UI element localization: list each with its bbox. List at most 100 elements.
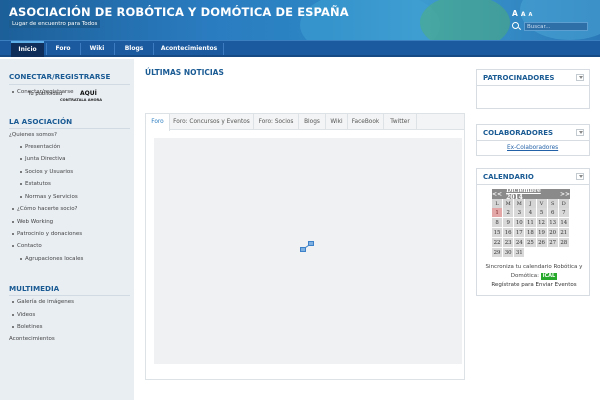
calendar-day[interactable]: 30 [503,248,515,258]
calendar-title: CALENDARIO [483,173,534,181]
calendar-day-today[interactable]: 1 [492,208,504,218]
sidebar-item-web-working[interactable]: Web Working [12,219,53,225]
tab-foro-concursos[interactable]: Foro: Concursos y Eventos [170,114,254,130]
calendar-day[interactable]: 8 [492,218,504,228]
calendar-day[interactable]: 21 [558,228,570,238]
calendar-month-bar: << Diciembre 2014 >> [492,187,570,201]
collaborators-block: COLABORADORES [476,124,590,156]
loading-icon [300,241,316,255]
nav-item-blogs[interactable]: Blogs [118,41,150,57]
collapse-icon[interactable] [576,173,584,180]
tab-content-area [154,138,462,364]
tab-foro-socios[interactable]: Foro: Socios [254,114,299,130]
nav-item-foro[interactable]: Foro [49,41,77,57]
calendar-day[interactable]: 15 [492,228,504,238]
main-navigation: Inicio Foro Wiki Blogs Acontecimientos [0,40,600,57]
ical-button[interactable]: iCAL [540,273,558,280]
calendar-day[interactable]: 25 [525,238,537,248]
font-size-reset-button[interactable]: A [521,11,526,18]
calendar-sync-text: Sincroniza tu calendario Robótica y Domó… [485,264,583,279]
sidebar-item-videos[interactable]: Videos [12,312,35,318]
nav-item-acontecimientos[interactable]: Acontecimientos [157,41,221,57]
sponsor-text[interactable]: Tu publicidad [28,91,62,97]
calendar-day[interactable]: 20 [547,228,559,238]
sponsor-highlight[interactable]: AQUÍ [80,90,97,97]
sidebar-item-patrocinio[interactable]: Patrocinio y donaciones [12,231,82,237]
tab-foro[interactable]: Foro [146,114,170,131]
sponsors-header: PATROCINADORES [477,70,589,86]
calendar-day[interactable]: 5 [536,208,548,218]
left-sidebar [0,59,134,400]
search-icon[interactable] [512,22,521,31]
calendar-day[interactable]: 29 [492,248,504,258]
collapse-icon[interactable] [576,129,584,136]
calendar-day[interactable]: 26 [536,238,548,248]
calendar-day[interactable]: 2 [503,208,515,218]
font-size-decrease-button[interactable]: A [528,12,532,18]
calendar-day[interactable]: 11 [525,218,537,228]
sidebar-item-junta-directiva[interactable]: Junta Directiva [20,156,66,162]
sidebar-item-acontecimientos[interactable]: Acontecimientos [9,336,55,342]
sponsor-subtext[interactable]: CONTRATALA AHORA [60,98,102,102]
sidebar-item-normas[interactable]: Normas y Servicios [20,194,78,200]
calendar-day[interactable]: 27 [547,238,559,248]
calendar-day[interactable]: 24 [514,238,526,248]
nav-divider [153,43,154,55]
collapse-icon[interactable] [576,74,584,81]
sidebar-item-contacto[interactable]: Contacto [12,243,42,249]
sidebar-item-estatutos[interactable]: Estatutos [20,181,51,187]
sidebar-item-boletines[interactable]: Boletines [12,324,42,330]
site-title[interactable]: ASOCIACIÓN DE ROBÓTICA Y DOMÓTICA DE ESP… [9,5,349,19]
page-title: ÚLTIMAS NOTICIAS [145,68,224,77]
search-area [512,22,588,31]
calendar-day[interactable]: 23 [503,238,515,248]
calendar-day[interactable]: 16 [503,228,515,238]
calendar-day[interactable]: 22 [492,238,504,248]
collaborators-header: COLABORADORES [477,125,589,141]
calendar-day[interactable]: 9 [503,218,515,228]
sidebar-item-agrupaciones[interactable]: Agrupaciones locales [20,256,83,262]
sidebar-item-presentacion[interactable]: Presentación [20,144,60,150]
calendar-day[interactable]: 4 [525,208,537,218]
sidebar-item-quienes-somos[interactable]: ¿Quienes somos? [9,132,57,138]
tab-facebook[interactable]: FaceBook [348,114,384,130]
calendar-day[interactable]: 6 [547,208,559,218]
calendar-day[interactable]: 3 [514,208,526,218]
sidebar-item-socios-usuarios[interactable]: Socios y Usuarios [20,169,73,175]
calendar-day[interactable]: 13 [547,218,559,228]
sidebar-item-galeria[interactable]: Galería de imágenes [12,299,74,305]
tab-twitter[interactable]: Twitter [384,114,417,130]
nav-divider [46,43,47,55]
calendar-day[interactable]: 14 [558,218,570,228]
tab-wiki[interactable]: Wiki [326,114,348,130]
block-divider [9,128,130,129]
calendar-day[interactable]: 18 [525,228,537,238]
calendar-day[interactable]: 10 [514,218,526,228]
font-size-increase-button[interactable]: A [512,9,518,18]
calendar-day[interactable]: 17 [514,228,526,238]
calendar-weekday: L [492,199,504,208]
tab-blogs[interactable]: Blogs [299,114,326,130]
register-events-link[interactable]: Regístrate para Enviar Eventos [478,282,590,288]
calendar-prev-button[interactable]: << [492,191,502,198]
calendar-weekday: S [547,199,559,208]
news-tabs-panel: Foro Foro: Concursos y Eventos Foro: Soc… [145,113,465,380]
block-divider [9,295,130,296]
sidebar-item-hacerte-socio[interactable]: ¿Cómo hacerte socio? [12,206,77,212]
search-input[interactable] [524,22,588,31]
tab-bar: Foro Foro: Concursos y Eventos Foro: Soc… [146,114,464,131]
calendar-day[interactable]: 19 [536,228,548,238]
nav-item-inicio[interactable]: Inicio [11,41,44,57]
collaborators-title: COLABORADORES [483,129,554,137]
calendar-day[interactable]: 28 [558,238,570,248]
calendar-day[interactable]: 7 [558,208,570,218]
calendar-next-button[interactable]: >> [560,191,570,198]
nav-divider [114,43,115,55]
sponsors-block: PATROCINADORES [476,69,590,109]
block-title-conectar: CONECTAR/REGISTRARSE [9,72,111,81]
calendar-day[interactable]: 31 [514,248,526,258]
nav-item-wiki[interactable]: Wiki [83,41,111,57]
calendar-day[interactable]: 12 [536,218,548,228]
ex-collaborators-link[interactable]: Ex-Colaboradores [507,145,558,151]
calendar-weekday: M [503,199,515,208]
